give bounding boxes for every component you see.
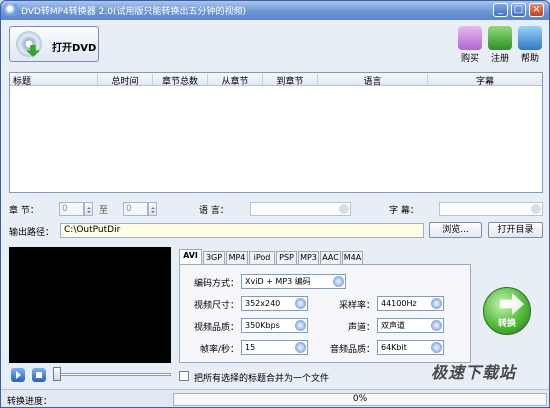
fps-value: 15 [245, 343, 256, 352]
minimize-button[interactable]: _ [493, 3, 508, 17]
register-icon [488, 26, 512, 50]
open-dvd-button[interactable]: 打开DVD [9, 26, 99, 62]
chapter-to-spinner[interactable] [148, 202, 157, 216]
help-icon [518, 26, 542, 50]
convert-arrow-icon [500, 293, 524, 315]
col-language[interactable]: 语言 [318, 74, 428, 87]
col-title[interactable]: 标题 [10, 74, 98, 87]
buy-button[interactable]: 购买 [456, 26, 484, 64]
register-button[interactable]: 注册 [486, 26, 514, 64]
subtitle-select[interactable] [439, 202, 543, 216]
buy-label: 购买 [460, 54, 479, 64]
tab-m4a[interactable]: M4A [342, 251, 363, 264]
title-table[interactable]: 标题 总时间 章节总数 从章节 到章节 语言 字幕 [9, 72, 543, 193]
dropdown-icon [333, 276, 344, 287]
channel-select[interactable]: 双声道 [377, 318, 444, 333]
help-button[interactable]: 帮助 [516, 26, 544, 64]
dropdown-icon [531, 204, 541, 214]
chapter-to-input[interactable]: 0 [123, 202, 148, 216]
video-size-label: 视频尺寸： [193, 301, 239, 311]
col-subtitle[interactable]: 字幕 [428, 74, 542, 87]
window-title: DVD转MP4转换器 2.0(试用版只能转换出五分钟的视频) [21, 7, 246, 17]
progress-bar: 0% [173, 393, 547, 406]
col-to-chapter[interactable]: 到章节 [263, 74, 318, 87]
dropdown-icon [431, 320, 442, 331]
stop-button[interactable] [32, 368, 46, 382]
table-header: 标题 总时间 章节总数 从章节 到章节 语言 字幕 [10, 73, 542, 87]
output-path-input[interactable]: C:\OutPutDir [60, 223, 424, 238]
channel-label: 声道： [347, 323, 375, 333]
play-button[interactable] [11, 368, 25, 382]
chapter-from-spinner[interactable] [84, 202, 93, 216]
chapter-label: 章 节： [9, 206, 39, 216]
seek-slider-track[interactable] [59, 373, 171, 376]
fps-label: 帧率/秒： [199, 345, 239, 355]
watermark-logo: 极速下载站 [431, 363, 517, 382]
dropdown-icon [431, 342, 442, 353]
tab-aac[interactable]: AAC [320, 251, 341, 264]
progress-text: 0% [352, 394, 368, 404]
dropdown-icon [339, 204, 349, 214]
title-bar: DVD转MP4转换器 2.0(试用版只能转换出五分钟的视频) _ □ × [1, 1, 549, 20]
open-dvd-label: 打开DVD [52, 43, 97, 54]
settings-panel: 编码方式： XviD + MP3 编码 视频尺寸： 352x240 视频品质： … [179, 264, 471, 363]
fps-select[interactable]: 15 [241, 340, 308, 355]
sample-rate-value: 44100Hz [381, 299, 417, 308]
convert-label: 转换 [497, 319, 516, 329]
audio-quality-select[interactable]: 64Kbit [377, 340, 444, 355]
video-preview [9, 247, 171, 363]
dropdown-icon [431, 298, 442, 309]
encode-label: 编码方式： [193, 279, 239, 289]
open-directory-button[interactable]: 打开目录 [488, 222, 543, 238]
col-total-time[interactable]: 总时间 [98, 74, 153, 87]
audio-quality-label: 音频品质： [329, 345, 375, 355]
tab-mp3[interactable]: MP3 [298, 251, 319, 264]
merge-checkbox[interactable] [179, 371, 189, 381]
encode-value: XviD + MP3 编码 [245, 277, 311, 286]
subtitle-label: 字 幕： [389, 206, 419, 216]
language-select[interactable] [250, 202, 351, 216]
video-size-value: 352x240 [245, 299, 281, 308]
video-size-select[interactable]: 352x240 [241, 296, 308, 311]
maximize-button[interactable]: □ [511, 3, 526, 17]
channel-value: 双声道 [381, 321, 405, 330]
chapter-to-label: 至 [99, 206, 109, 216]
dropdown-icon [295, 298, 306, 309]
dropdown-icon [295, 342, 306, 353]
tab-avi[interactable]: AVI [179, 249, 202, 264]
close-button[interactable]: × [529, 3, 544, 17]
dropdown-icon [295, 320, 306, 331]
status-bar: 转换进度： 0% [1, 389, 549, 407]
app-icon [5, 4, 17, 16]
register-label: 注册 [490, 54, 509, 64]
col-chapter-count[interactable]: 章节总数 [153, 74, 208, 87]
sample-rate-select[interactable]: 44100Hz [377, 296, 444, 311]
progress-label: 转换进度： [7, 397, 53, 407]
tab-ipod[interactable]: iPod [249, 251, 275, 264]
convert-button[interactable]: 转换 [483, 287, 531, 335]
tab-3gp[interactable]: 3GP [203, 251, 225, 264]
output-path-label: 输出路径： [9, 228, 55, 238]
encode-select[interactable]: XviD + MP3 编码 [241, 274, 346, 289]
tab-mp4[interactable]: MP4 [226, 251, 248, 264]
tab-psp[interactable]: PSP [276, 251, 297, 264]
browse-button[interactable]: 浏览... [429, 222, 482, 238]
language-label: 语 言： [199, 206, 229, 216]
audio-quality-value: 64Kbit [381, 343, 407, 352]
video-quality-label: 视频品质： [193, 323, 239, 333]
app-window: DVD转MP4转换器 2.0(试用版只能转换出五分钟的视频) _ □ × 打开D… [0, 0, 550, 408]
chapter-from-input[interactable]: 0 [59, 202, 84, 216]
video-quality-select[interactable]: 350Kbps [241, 318, 308, 333]
merge-label: 把所有选择的标题合并为一个文件 [194, 374, 330, 384]
video-quality-value: 350Kbps [245, 321, 280, 330]
sample-rate-label: 采样率： [338, 301, 375, 311]
cart-icon [458, 26, 482, 50]
seek-slider-thumb[interactable] [53, 367, 61, 381]
help-label: 帮助 [520, 54, 539, 64]
col-from-chapter[interactable]: 从章节 [208, 74, 263, 87]
